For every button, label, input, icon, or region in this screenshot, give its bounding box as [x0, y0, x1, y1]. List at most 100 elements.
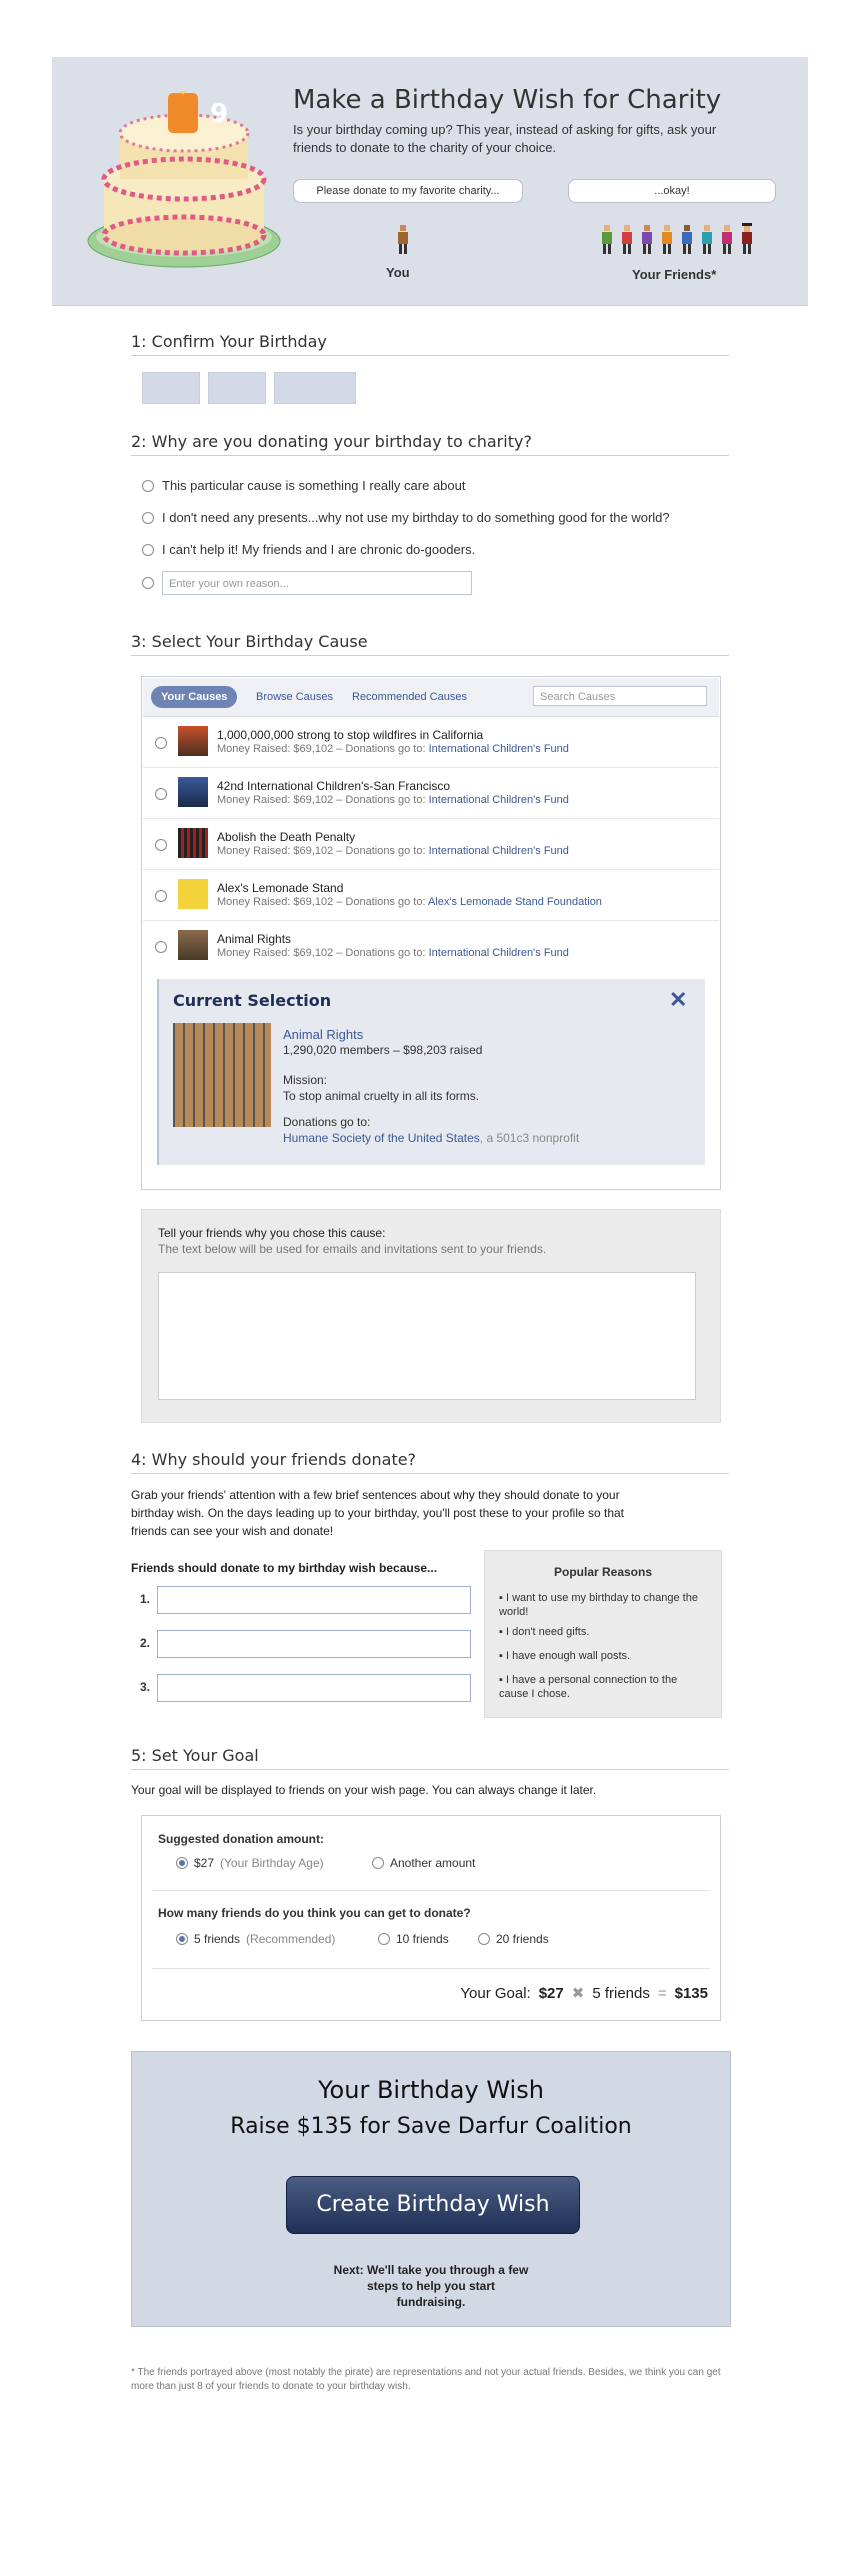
popular-reasons-panel: Popular Reasons ▪ I want to use my birth… [484, 1550, 722, 1718]
reason-option-1[interactable]: This particular cause is something I rea… [142, 478, 465, 493]
mission-text: To stop animal cruelty in all its forms. [283, 1089, 480, 1103]
org-link[interactable]: Humane Society of the United States [283, 1131, 480, 1145]
radio-button[interactable] [176, 1933, 188, 1945]
you-label: You [386, 265, 410, 280]
cause-thumbnail [178, 879, 208, 909]
tell-friends-panel: Tell your friends why you chose this cau… [141, 1209, 721, 1423]
cause-row[interactable]: Alex's Lemonade Stand Money Raised: $69,… [143, 870, 719, 921]
cause-thumbnail [178, 930, 208, 960]
close-icon[interactable]: ✕ [669, 987, 687, 1013]
birthday-month-select[interactable] [142, 372, 200, 404]
radio-button[interactable] [155, 788, 167, 800]
own-reason-input[interactable]: Enter your own reason... [162, 571, 472, 595]
reason-number: 3. [140, 1680, 151, 1694]
popular-item[interactable]: ▪ I want to use my birthday to change th… [499, 1591, 709, 1619]
current-selection-heading: Current Selection [173, 991, 332, 1010]
beneficiary-link[interactable]: International Children's Fund [429, 845, 569, 857]
amount-option-other[interactable]: Another amount [372, 1856, 475, 1870]
friends-label: Your Friends* [632, 267, 717, 282]
radio-button[interactable] [155, 941, 167, 953]
footnote: * The friends portrayed above (most nota… [131, 2367, 721, 2392]
birthday-wish-panel: Your Birthday Wish Raise $135 for Save D… [131, 2051, 731, 2327]
cause-name: Animal Rights [217, 932, 292, 946]
radio-button[interactable] [176, 1857, 188, 1869]
radio-button[interactable] [142, 543, 154, 556]
radio-button[interactable] [372, 1857, 384, 1869]
friends-option-5[interactable]: 5 friends (Recommended) [176, 1932, 335, 1946]
birthday-day-select[interactable] [208, 372, 266, 404]
friends-speech-bubble: ...okay! [568, 179, 776, 203]
amount-option-suggested[interactable]: $27 (Your Birthday Age) [176, 1856, 324, 1870]
page-subtitle: Is your birthday coming up? This year, i… [293, 122, 717, 155]
cause-name: Abolish the Death Penalty [217, 830, 356, 844]
radio-button[interactable] [142, 577, 154, 589]
popular-item[interactable]: ▪ I have enough wall posts. [499, 1649, 709, 1663]
cause-row[interactable]: Animal Rights Money Raised: $69,102 – Do… [143, 921, 719, 971]
current-cause-stats: 1,290,020 members – $98,203 raised [283, 1043, 483, 1057]
reason-input-3[interactable] [157, 1674, 471, 1702]
friends-avatars-icon [602, 223, 752, 254]
cause-row[interactable]: 1,000,000,000 strong to stop wildfires i… [143, 717, 719, 768]
radio-button[interactable] [155, 737, 167, 749]
popular-item[interactable]: ▪ I have a personal connection to the ca… [499, 1673, 709, 1701]
cause-meta: Money Raised: $69,102 – Donations go to:… [217, 794, 569, 806]
current-cause-name[interactable]: Animal Rights [283, 1027, 363, 1042]
popular-item[interactable]: ▪ I don't need gifts. [499, 1625, 709, 1639]
search-causes-input[interactable]: Search Causes [533, 686, 707, 706]
beneficiary-link[interactable]: International Children's Fund [429, 743, 569, 755]
goal-friends: 5 friends [592, 1984, 650, 2002]
radio-button[interactable] [478, 1933, 490, 1945]
wish-title: Your Birthday Wish [318, 2076, 544, 2104]
create-birthday-wish-button[interactable]: Create Birthday Wish [286, 2176, 580, 2234]
cause-row[interactable]: 42nd International Children's-San Franci… [143, 768, 719, 819]
page-title: Make a Birthday Wish for Charity [293, 85, 722, 115]
cause-name: 42nd International Children's-San Franci… [217, 779, 451, 793]
reason-input-1[interactable] [157, 1586, 471, 1614]
cause-name: Alex's Lemonade Stand [217, 881, 344, 895]
donations-org: Humane Society of the United States, a 5… [283, 1131, 580, 1145]
cause-row[interactable]: Abolish the Death Penalty Money Raised: … [143, 819, 719, 870]
tab-recommended-causes[interactable]: Recommended Causes [352, 686, 467, 708]
hero-banner: 9 Make a Birthday Wish for Charity Is yo… [52, 57, 808, 306]
tell-subtitle: The text below will be used for emails a… [158, 1242, 547, 1256]
cause-meta: Money Raised: $69,102 – Donations go to:… [217, 845, 569, 857]
beneficiary-link[interactable]: Alex's Lemonade Stand Foundation [428, 896, 602, 908]
reason-input-2[interactable] [157, 1630, 471, 1658]
radio-button[interactable] [155, 890, 167, 902]
friends-option-10[interactable]: 10 friends [378, 1932, 449, 1946]
mission-label: Mission: [283, 1073, 328, 1087]
beneficiary-link[interactable]: International Children's Fund [429, 947, 569, 959]
equals-sign: = [657, 1984, 667, 2002]
step2-title: 2: Why are you donating your birthday to… [131, 432, 729, 456]
birthday-cake-illustration [87, 91, 281, 268]
friends-count-label: How many friends do you think you can ge… [158, 1906, 471, 1920]
you-speech-bubble: Please donate to my favorite charity... [293, 179, 523, 203]
donate-prompt: Friends should donate to my birthday wis… [131, 1561, 438, 1575]
radio-button[interactable] [378, 1933, 390, 1945]
radio-button[interactable] [142, 479, 154, 492]
reason-number: 2. [140, 1636, 151, 1650]
reason-option-3[interactable]: I can't help it! My friends and I are ch… [142, 542, 475, 557]
divider [152, 1890, 710, 1891]
cause-tabs: Your Causes Browse Causes Recommended Ca… [143, 678, 719, 717]
tab-browse-causes[interactable]: Browse Causes [256, 686, 333, 708]
step4-intro: Grab your friends' attention with a few … [131, 1488, 625, 1538]
reason-option-own[interactable]: Enter your own reason... [142, 571, 472, 595]
radio-button[interactable] [155, 839, 167, 851]
cause-meta: Money Raised: $69,102 – Donations go to:… [217, 896, 602, 908]
amount-label: Suggested donation amount: [158, 1832, 324, 1846]
beneficiary-link[interactable]: International Children's Fund [429, 794, 569, 806]
cause-meta: Money Raised: $69,102 – Donations go to:… [217, 743, 569, 755]
reason-option-2[interactable]: I don't need any presents...why not use … [142, 510, 670, 525]
step3-title: 3: Select Your Birthday Cause [131, 632, 729, 656]
wish-next-note: Next: We'll take you through a few steps… [333, 2263, 529, 2309]
cake-candle-number: 9 [210, 99, 229, 129]
current-selection-panel: Current Selection ✕ Animal Rights 1,290,… [157, 979, 705, 1165]
radio-button[interactable] [142, 511, 154, 524]
goal-amount: $27 [538, 1984, 564, 2002]
tab-your-causes[interactable]: Your Causes [151, 686, 238, 708]
step5-title: 5: Set Your Goal [131, 1746, 729, 1770]
friends-option-20[interactable]: 20 friends [478, 1932, 549, 1946]
birthday-year-select[interactable] [274, 372, 356, 404]
tell-textarea[interactable] [158, 1272, 696, 1400]
